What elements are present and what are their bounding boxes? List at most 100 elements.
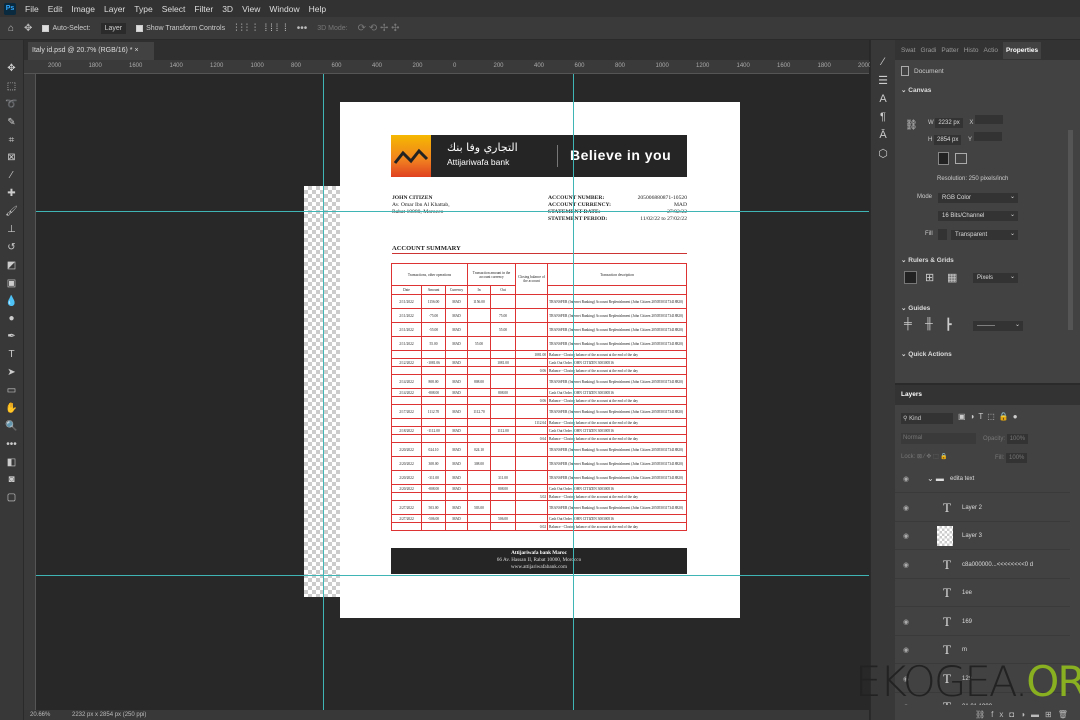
menu-view[interactable]: View [242,4,260,14]
menu-layer[interactable]: Layer [104,4,125,14]
adjustments-icon[interactable]: ☰ [878,74,888,87]
ruler-horizontal[interactable]: 2000 1800 1600 1400 1200 1000 800 600 400 200 0 200… [24,60,871,74]
shape-tool-icon[interactable]: ▭ [7,384,16,398]
menu-image[interactable]: Image [71,4,95,14]
panel-tab-properties[interactable]: Properties [1002,41,1042,59]
guide-style-dropdown[interactable]: ——— [973,321,1023,331]
bit-depth-dropdown[interactable]: 16 Bits/Channel [938,211,1018,221]
visibility-eye-icon[interactable]: ◉ [903,532,909,540]
smart-guides-icon[interactable]: ┣ [945,318,952,331]
rulers-grids-header[interactable]: ⌄ Rulers & Grids [895,252,960,268]
lasso-tool-icon[interactable]: ➰ [5,98,17,112]
auto-select-checkbox[interactable]: Auto-Select: [42,24,91,32]
visibility-eye-icon[interactable]: ◉ [903,504,909,512]
visibility-eye-icon[interactable]: ◉ [903,561,909,569]
quick-select-tool-icon[interactable]: ✎ [7,116,15,130]
blend-mode-dropdown[interactable]: Normal [901,433,976,444]
properties-scrollbar[interactable] [1068,130,1073,330]
visibility-eye-icon[interactable]: ◉ [903,618,909,626]
layer-filter-icons[interactable]: ▣◑T⬚🔒● [958,412,1022,421]
zoom-level[interactable]: 20.66% [30,712,50,718]
blur-tool-icon[interactable]: 💧 [5,295,17,309]
more-options-icon[interactable]: ••• [297,23,308,34]
mode-dropdown[interactable]: RGB Color [938,193,1018,203]
menu-select[interactable]: Select [162,4,186,14]
crop-tool-icon[interactable]: ⌗ [9,134,15,148]
fill-dropdown[interactable]: Transparent [951,230,1018,240]
move-tool-icon[interactable]: ✥ [24,23,32,34]
gradient-tool-icon[interactable]: ▣ [7,277,16,291]
rulers-toggle-icon[interactable] [904,271,917,284]
portrait-orientation-button[interactable] [938,152,949,165]
menu-window[interactable]: Window [269,4,299,14]
layer-kind-filter[interactable]: ⚲ Kind [901,413,953,424]
guide-horizontal[interactable] [36,211,869,212]
layer-actions-icons[interactable]: ⛓fx◘◑▬⊞🗑 [975,710,1074,719]
layer-item[interactable]: ◉ Tc8a000000...<<<<<<<<0 d [895,551,1070,579]
menu-help[interactable]: Help [309,4,326,14]
healing-tool-icon[interactable]: ✚ [7,187,15,201]
y-field[interactable] [973,132,1002,141]
height-field[interactable]: 2854 px [934,135,962,145]
menu-type[interactable]: Type [134,4,152,14]
panel-tab-patter[interactable]: Patter [941,47,958,54]
zoom-tool-icon[interactable]: 🔍 [5,420,17,434]
x-field[interactable] [975,115,1004,124]
brush-settings-icon[interactable]: ⁄ [882,56,884,68]
document-page[interactable]: التجاري وفا بنك Attijariwafa bank Believ… [340,102,740,618]
3d-icon[interactable]: ⬡ [878,147,888,160]
screen-mode-icon[interactable]: ▢ [7,491,16,505]
guide-vertical[interactable] [573,74,574,710]
link-dimensions-icon[interactable]: ⛓ [905,120,918,131]
menu-edit[interactable]: Edit [48,4,63,14]
guide-horizontal[interactable] [36,575,869,576]
close-tab-button[interactable]: × [134,47,138,54]
layer-item[interactable]: T 1ee [895,579,1070,607]
width-field[interactable]: 2232 px [935,118,963,128]
color-swatches-icon[interactable]: ◧ [7,456,16,470]
hand-tool-icon[interactable]: ✋ [5,402,17,416]
layer-select[interactable]: Layer [100,22,127,34]
guide-vertical[interactable] [323,74,324,710]
brush-tool-icon[interactable]: 🖌 [5,205,18,219]
photoshop-logo-icon[interactable]: Ps [4,2,16,15]
eraser-tool-icon[interactable]: ◩ [7,259,16,273]
glyphs-icon[interactable]: Ā [879,129,886,141]
menu-file[interactable]: File [25,4,39,14]
layer-fill-field[interactable]: 100% [1006,453,1028,463]
marquee-tool-icon[interactable]: ⬚ [7,80,16,94]
grid-toggle-icon[interactable]: ⊞ [925,271,934,284]
footer-website[interactable]: www.attijariwafabank.com [391,564,687,571]
path-select-tool-icon[interactable]: ➤ [7,366,15,380]
pen-tool-icon[interactable]: ✒ [7,330,15,344]
history-brush-icon[interactable]: ↺ [7,241,15,255]
quick-mask-icon[interactable]: ◙ [8,473,14,487]
move-tool-icon[interactable]: ✥ [7,62,15,76]
lock-guides-icon[interactable]: ╫ [925,318,933,330]
layer-item[interactable]: ◉ T Layer 2 [895,494,1070,522]
eyedropper-tool-icon[interactable]: ⁄ [11,169,13,183]
frame-tool-icon[interactable]: ⊠ [7,151,15,165]
paragraph-icon[interactable]: ¶ [880,111,886,123]
lock-icons[interactable]: ⊠ ⁄ ✥ ⬚ 🔒 [917,454,948,460]
layer-item[interactable]: ◉ T 169 [895,608,1070,636]
home-icon[interactable]: ⌂ [8,23,14,34]
character-icon[interactable]: A [879,93,886,105]
type-tool-icon[interactable]: T [8,348,14,362]
menu-filter[interactable]: Filter [194,4,213,14]
fill-color-swatch[interactable] [938,229,947,240]
menu-3d[interactable]: 3D [222,4,233,14]
layer-item[interactable]: ◉ Layer 3 [895,522,1070,550]
more-tools-icon[interactable]: ••• [6,438,17,452]
canvas-section-header[interactable]: ⌄ Canvas [895,82,1080,98]
layer-item[interactable]: ◉ ⌄ ▬ edita text [895,465,1070,493]
ruler-vertical[interactable] [24,74,36,710]
panel-tab-actio[interactable]: Actio [984,47,998,54]
quick-actions-header[interactable]: ⌄ Quick Actions [895,346,958,362]
stamp-tool-icon[interactable]: ⊥ [7,223,16,237]
units-dropdown[interactable]: Pixels [973,273,1018,283]
opacity-field[interactable]: 100% [1006,434,1029,444]
visibility-eye-icon[interactable]: ◉ [903,646,909,654]
dodge-tool-icon[interactable]: ● [8,312,14,326]
panel-tab-swat[interactable]: Swat [901,47,915,54]
